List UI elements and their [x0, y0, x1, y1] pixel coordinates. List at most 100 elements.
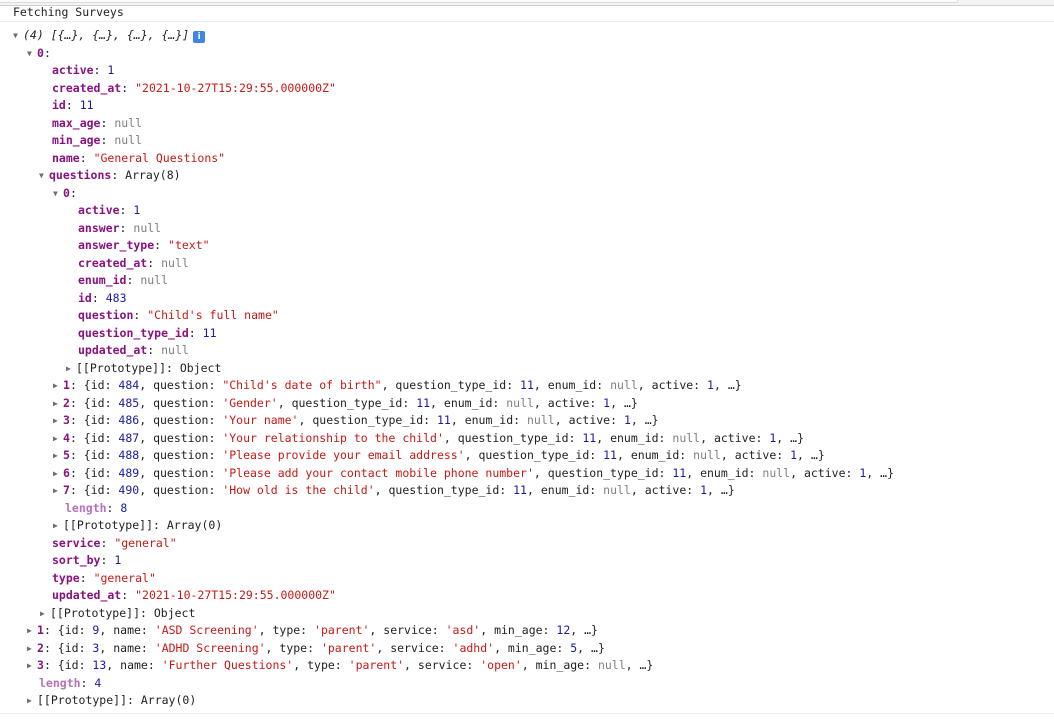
- separator: : {: [69, 465, 91, 480]
- preview-key: service:: [390, 640, 453, 655]
- preview-key: service:: [417, 658, 481, 672]
- array-index: 4: [63, 430, 70, 445]
- preview-key: question:: [153, 378, 223, 392]
- array-item-row[interactable]: ▶ 1: {id: 9, name: 'ASD Screening', type:…: [27, 622, 598, 640]
- expand-triangle-down-icon[interactable]: ▼: [39, 167, 49, 185]
- expand-triangle-right-icon[interactable]: ▶: [53, 395, 63, 413]
- question-item-row[interactable]: ▶ 5: {id: 488, question: 'Please provide …: [53, 447, 825, 465]
- preview-value: 'ADHD Screening': [154, 640, 266, 655]
- property-value: "general": [114, 535, 177, 550]
- property-key: answer: [78, 220, 120, 235]
- questions-row[interactable]: ▼ questions: Array(8): [39, 167, 181, 185]
- array-summary-row[interactable]: ▼ (4) [{…}, {…}, {…}, {…}] i: [13, 27, 206, 45]
- console-divider: [0, 713, 1054, 714]
- prototype-row[interactable]: ▶ [[Prototype]]: Object: [40, 605, 195, 623]
- question-item-row[interactable]: ▼ 0:: [53, 185, 77, 203]
- separator: :: [133, 308, 148, 322]
- expand-triangle-down-icon[interactable]: ▼: [13, 27, 23, 45]
- preview-key: question:: [153, 413, 223, 427]
- array-index: 6: [63, 465, 70, 480]
- property-key: type: [52, 570, 80, 585]
- prototype-row[interactable]: ▶ [[Prototype]]: Array(0): [27, 692, 196, 710]
- property-key: updated_at: [52, 588, 122, 602]
- expand-triangle-right-icon[interactable]: ▶: [66, 360, 76, 378]
- expand-triangle-right-icon[interactable]: ▶: [53, 517, 63, 535]
- question-item-row[interactable]: ▶ 4: {id: 487, question: 'Your relationsh…: [53, 430, 804, 448]
- array-index: 0: [63, 185, 70, 200]
- expand-triangle-right-icon[interactable]: ▶: [27, 692, 37, 710]
- expand-triangle-right-icon[interactable]: ▶: [53, 377, 63, 395]
- question-item-row[interactable]: ▶ 3: {id: 486, question: 'Your name', que…: [53, 412, 659, 430]
- expand-triangle-right-icon[interactable]: ▶: [53, 447, 63, 465]
- expand-triangle-right-icon[interactable]: ▶: [27, 657, 37, 675]
- property-row: id: 11: [52, 97, 94, 115]
- preview-key: name:: [113, 623, 155, 637]
- separator: :: [121, 80, 136, 95]
- preview-value: 487: [118, 430, 140, 445]
- console-filter-input[interactable]: [0, 0, 958, 3]
- separator: :: [147, 343, 162, 357]
- separator: ,: [533, 378, 548, 392]
- array-item-row[interactable]: ▶ 2: {id: 3, name: 'ADHD Screening', type…: [27, 640, 605, 658]
- property-value: "general": [93, 570, 156, 585]
- prototype-row[interactable]: ▶ [[Prototype]]: Array(0): [53, 517, 222, 535]
- separator: :: [91, 290, 106, 305]
- preview-key: active:: [734, 448, 791, 462]
- property-key: sort_by: [52, 553, 101, 567]
- array-item-row[interactable]: ▶ 3: {id: 13, name: 'Further Questions', …: [27, 657, 653, 675]
- expand-triangle-right-icon[interactable]: ▶: [27, 640, 37, 658]
- array-index: 7: [63, 483, 70, 497]
- separator: ,: [139, 378, 154, 392]
- preview-key: active:: [547, 395, 604, 410]
- separator: :: [69, 185, 77, 200]
- property-value: 483: [105, 290, 127, 305]
- preview-key: question_type_id:: [395, 378, 521, 392]
- separator: ,: [707, 483, 721, 497]
- question-item-row[interactable]: ▶ 1: {id: 484, question: "Child's date of…: [53, 377, 742, 395]
- ellipsis: …}: [880, 465, 894, 480]
- separator: ,: [99, 623, 114, 637]
- property-row: min_age: null: [52, 132, 142, 150]
- separator: : {: [69, 483, 91, 497]
- expand-triangle-down-icon[interactable]: ▼: [27, 45, 37, 63]
- separator: ,: [139, 430, 154, 445]
- expand-triangle-right-icon[interactable]: ▶: [27, 622, 37, 640]
- preview-value: 11: [582, 430, 597, 445]
- expand-triangle-right-icon[interactable]: ▶: [53, 412, 63, 430]
- property-value: null: [161, 343, 189, 357]
- preview-value: "Child's date of birth": [222, 378, 382, 392]
- property-row: active: 1: [52, 62, 114, 80]
- property-key: answer_type: [78, 238, 155, 252]
- expand-triangle-right-icon[interactable]: ▶: [53, 465, 63, 483]
- preview-value: 1: [623, 413, 631, 427]
- preview-value: 484: [118, 378, 140, 392]
- separator: :: [106, 500, 121, 515]
- property-value: 11: [202, 325, 217, 340]
- expand-triangle-right-icon[interactable]: ▶: [53, 430, 63, 448]
- separator: ,: [139, 483, 154, 497]
- question-item-row[interactable]: ▶ 6: {id: 489, question: 'Please add your…: [53, 465, 894, 483]
- prototype-row[interactable]: ▶ [[Prototype]]: Object: [66, 360, 221, 378]
- separator: : {: [69, 395, 91, 410]
- property-key: name: [52, 150, 80, 165]
- property-value: null: [114, 133, 143, 147]
- separator: :: [119, 220, 134, 235]
- expand-triangle-right-icon[interactable]: ▶: [53, 482, 63, 500]
- expand-triangle-right-icon[interactable]: ▶: [40, 605, 50, 623]
- prototype-label: [[Prototype]]: Array(0): [63, 518, 223, 532]
- prototype-label: [[Prototype]]: Object: [50, 605, 196, 620]
- preview-key: id:: [64, 658, 93, 672]
- preview-value: 'asd': [445, 623, 481, 637]
- preview-value: 'Please add your contact mobile phone nu…: [222, 465, 534, 480]
- separator: :: [147, 255, 162, 270]
- preview-key: active:: [644, 483, 701, 497]
- question-item-row[interactable]: ▶ 2: {id: 485, question: 'Gender', questi…: [53, 395, 638, 413]
- array-item-row[interactable]: ▼ 0:: [27, 45, 51, 63]
- preview-value: 12: [556, 623, 571, 637]
- ellipsis: …}: [591, 640, 605, 655]
- question-item-row[interactable]: ▶ 7: {id: 490, question: 'How old is the …: [53, 482, 735, 500]
- separator: : {: [69, 448, 91, 462]
- preview-value: 'parent': [320, 640, 377, 655]
- expand-triangle-down-icon[interactable]: ▼: [53, 185, 63, 203]
- info-icon[interactable]: i: [193, 31, 206, 43]
